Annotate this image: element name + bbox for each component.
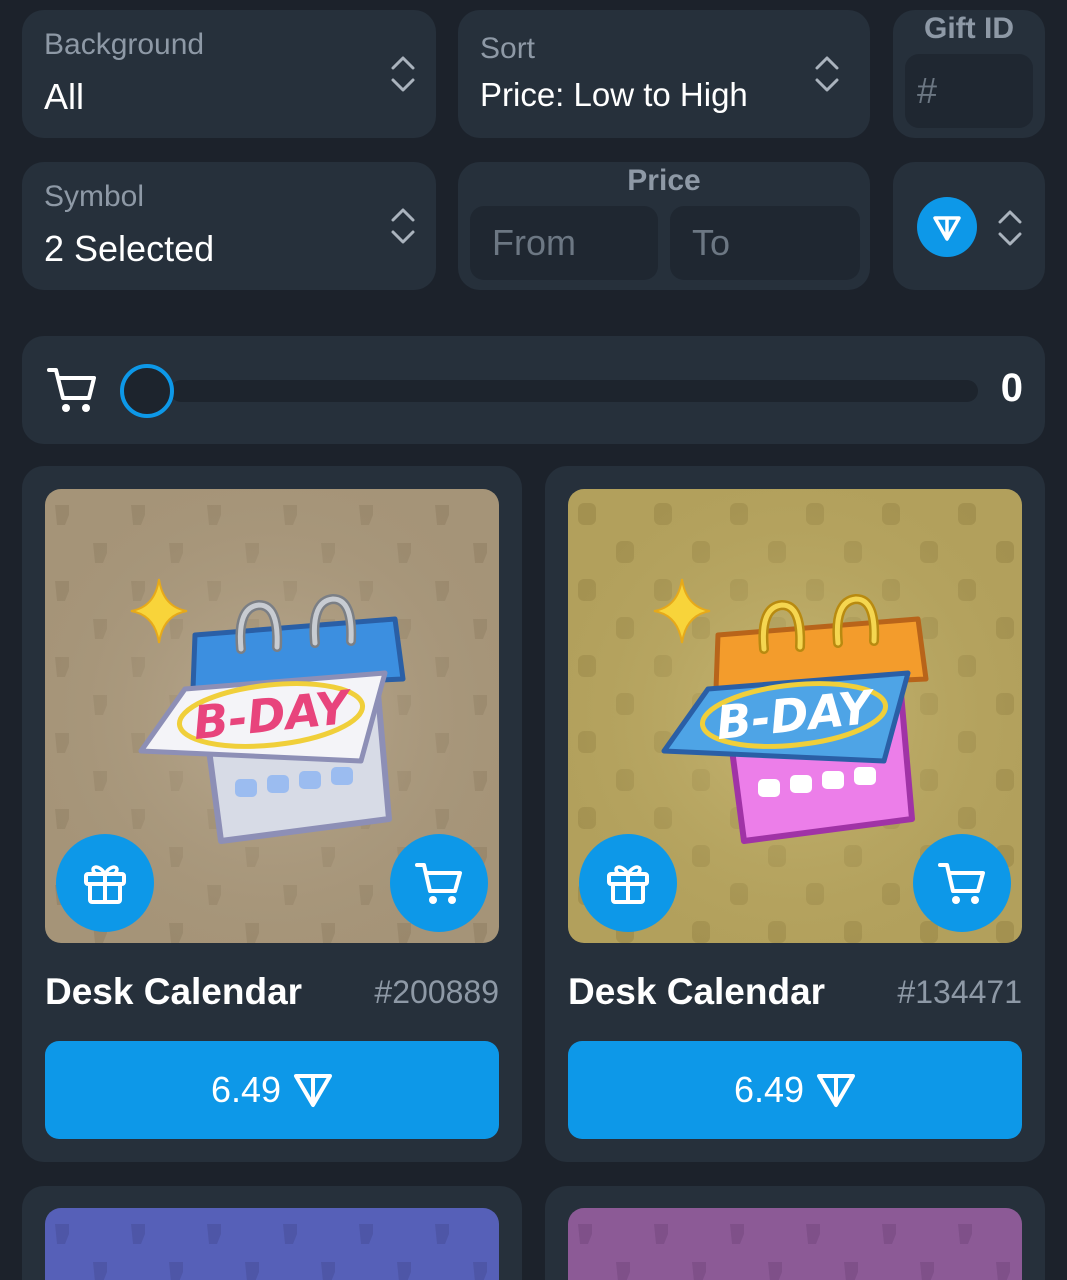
cart-slider-track[interactable] (170, 380, 978, 402)
gift-name: Desk Calendar (568, 971, 826, 1012)
cart-count: 0 (1000, 366, 1023, 410)
symbol-value: 2 Selected (44, 228, 215, 269)
ton-icon (817, 1074, 856, 1107)
gift-button[interactable] (56, 834, 154, 932)
gift-card[interactable]: B-DAY Desk Calendar #134471 6.49 (545, 466, 1045, 1162)
price-from-input[interactable]: From (470, 206, 658, 280)
symbol-label: Symbol (44, 180, 145, 213)
sort-select[interactable]: Sort Price: Low to High (458, 10, 870, 138)
price-to-placeholder: To (692, 222, 731, 263)
gift-image: B-DAY (45, 489, 499, 943)
gift-card[interactable]: B-DAY Desk Calendar #200889 6.49 (22, 466, 522, 1162)
add-to-cart-button[interactable] (390, 834, 488, 932)
gift-name: Desk Calendar (45, 971, 303, 1012)
price-from-placeholder: From (492, 222, 576, 263)
price-filter: Price From To (458, 162, 870, 290)
background-value: All (44, 76, 85, 117)
ton-icon (917, 197, 977, 257)
price-value: 6.49 (733, 1069, 805, 1110)
buy-button[interactable]: 6.49 (45, 1041, 499, 1139)
cart-icon[interactable] (46, 364, 98, 416)
gift-id-input[interactable]: # (905, 54, 1033, 128)
gift-image (45, 1208, 499, 1280)
gift-id-filter: Gift ID # (893, 10, 1045, 138)
sort-label: Sort (480, 32, 536, 65)
symbol-select[interactable]: Symbol 2 Selected (22, 162, 436, 290)
cart-slider-handle[interactable] (120, 364, 174, 418)
gift-button[interactable] (579, 834, 677, 932)
price-label: Price (627, 164, 701, 197)
gift-id: #200889 (374, 974, 499, 1010)
updown-chevron-icon (390, 54, 416, 94)
cart-bar: 0 (22, 336, 1045, 444)
buy-button[interactable]: 6.49 (568, 1041, 1022, 1139)
gift-card[interactable] (545, 1186, 1045, 1280)
gift-id-label: Gift ID (924, 12, 1014, 45)
add-to-cart-button[interactable] (913, 834, 1011, 932)
price-to-input[interactable]: To (670, 206, 860, 280)
gift-id: #134471 (897, 974, 1022, 1010)
gift-image: B-DAY (568, 489, 1022, 943)
updown-chevron-icon (814, 54, 840, 94)
gift-image (568, 1208, 1022, 1280)
price-value: 6.49 (210, 1069, 282, 1110)
updown-chevron-icon (390, 206, 416, 246)
currency-select[interactable] (893, 162, 1045, 290)
updown-chevron-icon (997, 208, 1023, 248)
background-label: Background (44, 28, 205, 61)
ton-icon (294, 1074, 333, 1107)
sort-value: Price: Low to High (480, 76, 748, 113)
gift-id-placeholder: # (917, 70, 938, 111)
background-select[interactable]: Background All (22, 10, 436, 138)
gift-card[interactable] (22, 1186, 522, 1280)
